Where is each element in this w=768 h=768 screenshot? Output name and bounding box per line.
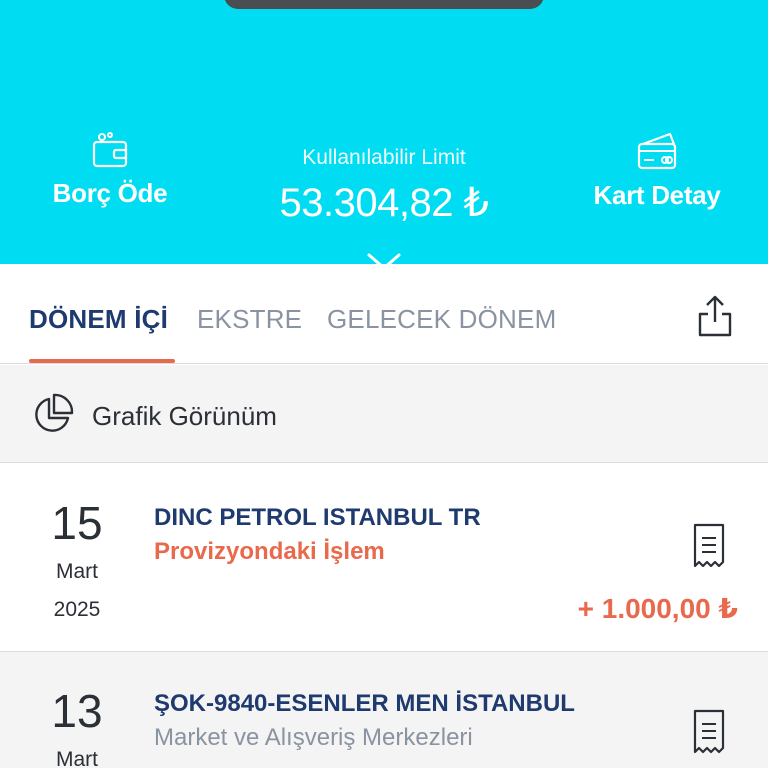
- transaction-category: Market ve Alışveriş Merkezleri: [154, 724, 473, 751]
- tab-statement[interactable]: EKSTRE: [197, 304, 302, 335]
- transaction-month: Mart: [56, 560, 98, 583]
- active-tab-indicator: [29, 359, 175, 363]
- tab-next-period[interactable]: GELECEK DÖNEM: [327, 304, 556, 335]
- card-detail-button[interactable]: Kart Detay: [582, 130, 732, 211]
- share-icon[interactable]: [696, 294, 734, 338]
- available-limit-caption: Kullanılabilir Limit: [302, 146, 466, 169]
- tab-current-period[interactable]: DÖNEM İÇİ: [29, 304, 168, 335]
- wallet-icon: [92, 132, 128, 168]
- transaction-month: Mart: [56, 748, 98, 768]
- card-image[interactable]: [224, 0, 544, 9]
- transaction-merchant: DINC PETROL ISTANBUL TR: [154, 504, 481, 531]
- chart-view-label: Grafik Görünüm: [92, 401, 277, 431]
- transaction-amount: + 1.000,00 ₺: [577, 593, 738, 624]
- transaction-row[interactable]: 13 Mart ŞOK-9840-ESENLER MEN İSTANBUL Ma…: [0, 652, 768, 768]
- transaction-merchant: ŞOK-9840-ESENLER MEN İSTANBUL: [154, 690, 575, 717]
- transaction-date: 13 Mart: [28, 688, 126, 768]
- card-detail-icon: [637, 132, 677, 170]
- card-detail-label: Kart Detay: [593, 180, 721, 210]
- receipt-icon[interactable]: [692, 522, 726, 568]
- transaction-status: Provizyondaki İşlem: [154, 538, 385, 565]
- transaction-date: 15 Mart 2025: [28, 500, 126, 622]
- transaction-row[interactable]: 15 Mart 2025 DINC PETROL ISTANBUL TR Pro…: [0, 464, 768, 652]
- available-limit-amount: 53.304,82 ₺: [279, 181, 489, 225]
- transaction-day: 15: [51, 497, 103, 549]
- transaction-year: 2025: [53, 598, 101, 621]
- available-limit: Kullanılabilir Limit 53.304,82 ₺: [234, 146, 534, 226]
- receipt-icon[interactable]: [692, 708, 726, 754]
- pay-debt-label: Borç Öde: [52, 178, 168, 208]
- transaction-day: 13: [51, 685, 103, 737]
- pie-chart-icon: [35, 393, 74, 432]
- pay-debt-button[interactable]: Borç Öde: [40, 130, 180, 209]
- card-header: Borç Öde Kullanılabilir Limit 53.304,82 …: [0, 0, 768, 264]
- period-tabs: DÖNEM İÇİ EKSTRE GELECEK DÖNEM: [0, 264, 768, 364]
- chart-view-row[interactable]: Grafik Görünüm: [0, 365, 768, 463]
